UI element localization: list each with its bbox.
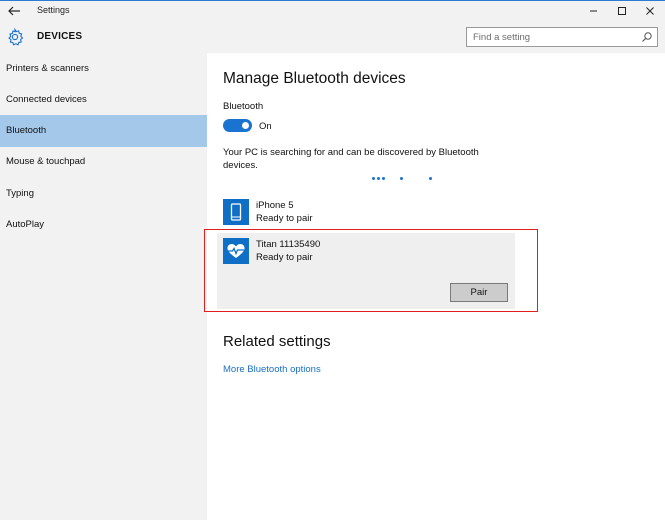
main-content: Manage Bluetooth devices Bluetooth On Yo… (204, 53, 665, 520)
device-name: Titan 11135490 (256, 239, 321, 250)
close-icon (646, 7, 654, 15)
device-status: Ready to pair (256, 252, 313, 263)
toggle-knob (242, 122, 249, 129)
heart-rate-icon (223, 238, 249, 264)
gear-icon (5, 27, 25, 47)
progress-dot (372, 177, 375, 180)
bluetooth-toggle[interactable] (223, 119, 252, 132)
progress-dot (400, 177, 403, 180)
pair-button[interactable]: Pair (450, 283, 508, 302)
sidebar-item-typing[interactable]: Typing (0, 178, 207, 210)
progress-dot (382, 177, 385, 180)
toggle-state-label: On (259, 121, 272, 132)
sidebar-item-label: Typing (6, 188, 34, 199)
search-input[interactable] (467, 28, 637, 46)
related-settings-heading: Related settings (223, 333, 331, 350)
section-title: DEVICES (37, 31, 83, 42)
back-arrow-icon (8, 6, 20, 16)
bluetooth-label: Bluetooth (223, 101, 264, 112)
progress-dot (429, 177, 432, 180)
sidebar-item-bluetooth[interactable]: Bluetooth (0, 115, 207, 147)
phone-icon (223, 199, 249, 225)
sidebar-item-label: Printers & scanners (6, 63, 89, 74)
sidebar-item-autoplay[interactable]: AutoPlay (0, 209, 207, 241)
device-item-titan[interactable]: Titan 11135490 Ready to pair (223, 238, 515, 266)
sidebar-item-label: Mouse & touchpad (6, 156, 86, 167)
more-bluetooth-options-link[interactable]: More Bluetooth options (223, 364, 321, 375)
sidebar-item-mouse-touchpad[interactable]: Mouse & touchpad (0, 146, 207, 178)
settings-window: Settings DEVICES Find a setting Printers… (0, 0, 665, 520)
page-title: Manage Bluetooth devices (223, 70, 406, 87)
maximize-button[interactable] (607, 1, 637, 21)
maximize-icon (618, 7, 626, 15)
searching-status-text: Your PC is searching for and can be disc… (223, 147, 479, 171)
search-box[interactable] (466, 27, 658, 47)
sidebar-item-printers-scanners[interactable]: Printers & scanners (0, 53, 207, 85)
sidebar-item-label: Bluetooth (6, 125, 47, 136)
device-item-iphone[interactable]: iPhone 5 Ready to pair (223, 199, 515, 227)
sidebar-item-connected-devices[interactable]: Connected devices (0, 84, 207, 116)
progress-dot (377, 177, 380, 180)
minimize-icon (590, 10, 597, 12)
app-title: Settings (37, 5, 70, 15)
minimize-button[interactable] (578, 1, 608, 21)
sidebar-item-label: AutoPlay (6, 219, 45, 230)
back-button[interactable] (5, 2, 25, 20)
device-status: Ready to pair (256, 213, 313, 224)
device-name: iPhone 5 (256, 200, 294, 211)
searching-progress-dots (372, 177, 442, 181)
header: DEVICES (0, 21, 665, 53)
sidebar: Printers & scanners Connected devices Bl… (0, 53, 207, 520)
sidebar-item-label: Connected devices (6, 94, 87, 105)
title-bar: Settings (0, 1, 665, 21)
close-button[interactable] (635, 1, 665, 21)
search-icon[interactable] (641, 31, 653, 43)
